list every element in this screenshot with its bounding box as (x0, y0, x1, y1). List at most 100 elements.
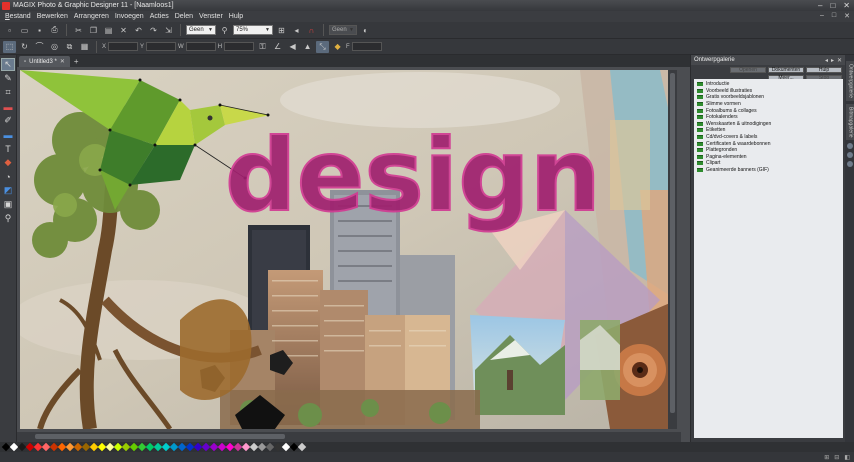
zoom-fit-icon[interactable]: ⊞ (275, 24, 288, 36)
contour-mode-icon[interactable]: ⌒ (33, 41, 46, 53)
list-item[interactable]: Geanimeerde banners (GIF) (694, 167, 843, 174)
redo-icon[interactable]: ↷ (147, 24, 160, 36)
list-item[interactable]: Slimme vormen (694, 101, 843, 108)
list-item[interactable]: Cd/dvd-covers & labels (694, 134, 843, 141)
flip-vertical-icon[interactable]: ▲ (301, 41, 314, 53)
menu-acties[interactable]: Acties (147, 13, 172, 20)
new-document-icon[interactable]: ▫ (3, 24, 16, 36)
menu-arrangeren[interactable]: Arrangeren (71, 13, 112, 20)
bevel-tool-icon[interactable]: ▣ (1, 198, 15, 211)
colors-icon[interactable] (846, 161, 853, 168)
tag-icon[interactable]: ◆ (331, 41, 344, 53)
status-icon[interactable]: ◧ (844, 454, 850, 461)
menu-bestand[interactable]: Bestand (2, 13, 34, 20)
flip-horizontal-icon[interactable]: ◀ (286, 41, 299, 53)
panel-pin-icon[interactable]: ▸ (831, 57, 834, 64)
feather-combo[interactable]: Geen ▼ (329, 25, 357, 35)
menu-delen[interactable]: Delen (172, 13, 196, 20)
list-item[interactable]: Pagina-elementen (694, 154, 843, 161)
status-icon[interactable]: ⊟ (834, 454, 839, 461)
import-icon[interactable]: ⇲ (162, 24, 175, 36)
menu-hulp[interactable]: Hulp (226, 13, 246, 20)
list-item[interactable]: Wenskaarten & uitnodigingen (694, 121, 843, 128)
new-tab-button[interactable]: + (74, 57, 79, 67)
quality-combo[interactable]: Geen ▼ (186, 25, 216, 35)
delete-icon[interactable]: ✕ (117, 24, 130, 36)
list-item[interactable]: Fotoalbums & collages (694, 107, 843, 114)
design-canvas[interactable]: design (20, 70, 677, 429)
list-item[interactable]: Etiketten (694, 127, 843, 134)
print-icon[interactable]: ⎙ (48, 24, 61, 36)
list-item[interactable]: Plattegronden (694, 147, 843, 154)
copy-icon[interactable]: ❐ (87, 24, 100, 36)
minimize-button[interactable]: – (818, 1, 822, 10)
panel-menu-icon[interactable]: ◂ (825, 57, 828, 64)
crop-tool-icon[interactable]: ⌗ (1, 86, 15, 99)
paste-icon[interactable]: ▤ (102, 24, 115, 36)
horizontal-scrollbar[interactable] (17, 432, 681, 442)
scale-lines-icon[interactable]: ⧉ (63, 41, 76, 53)
documents-button[interactable]: Dokumenten (768, 67, 804, 73)
eraser-tool-icon[interactable]: ▬ (1, 100, 15, 113)
help-button[interactable]: Hulp (806, 67, 842, 73)
status-icon[interactable]: ⊞ (824, 454, 829, 461)
feather-field[interactable] (351, 42, 382, 51)
transparency-icon[interactable]: ◐ (359, 24, 372, 36)
y-position-field[interactable] (146, 42, 177, 51)
zoom-combo[interactable]: 75% ▼ (233, 25, 273, 35)
color-swatch[interactable] (297, 442, 307, 452)
globe-icon[interactable] (846, 143, 853, 150)
skew-icon[interactable]: ⤡ (316, 40, 330, 53)
rectangle-tool-icon[interactable]: ▬ (1, 128, 15, 141)
tab-close-icon[interactable]: ✕ (60, 58, 65, 65)
list-item[interactable]: Fotokalenders (694, 114, 843, 121)
menu-bewerken[interactable]: Bewerken (34, 13, 71, 20)
lock-aspect-icon[interactable]: ⚿ (256, 41, 269, 53)
text-tool-icon[interactable]: T (1, 142, 15, 155)
horizontal-scroll-thumb[interactable] (35, 434, 285, 439)
doc-restore-button[interactable]: □ (832, 12, 836, 20)
list-item[interactable]: Gratis voorbeeldsjablonen (694, 94, 843, 101)
zoom-tool-icon[interactable]: ⚲ (1, 212, 15, 225)
tab-untitled3[interactable]: ▫ Untitled3 * ✕ (19, 56, 70, 67)
shadow-tool-icon[interactable]: ◩ (1, 184, 15, 197)
list-item[interactable]: Certificaten & waardebonnen (694, 140, 843, 147)
list-item[interactable]: Introductie (694, 81, 843, 88)
rotate-mode-icon[interactable]: ↻ (18, 41, 31, 53)
selector-mode-icon[interactable]: ⬚ (3, 40, 16, 53)
x-position-field[interactable] (108, 42, 139, 51)
open-folder-icon[interactable]: ▭ (18, 24, 31, 36)
doc-minimize-button[interactable]: – (820, 12, 824, 20)
vertical-scroll-thumb[interactable] (670, 73, 675, 413)
selector-tool-icon[interactable]: ↖ (1, 58, 15, 71)
close-button[interactable]: ✕ (843, 1, 850, 10)
width-field[interactable] (185, 42, 216, 51)
bounds-icon[interactable]: ◎ (48, 41, 61, 53)
save-icon[interactable]: ▪ (33, 24, 46, 36)
gallery-tree: Introductie Voorbeeld illustraties Grati… (694, 79, 843, 438)
transparency-tool-icon[interactable]: ◔ (1, 170, 15, 183)
rotate-angle-icon[interactable]: ∠ (271, 41, 284, 53)
previous-zoom-icon[interactable]: ◂ (290, 24, 303, 36)
undo-icon[interactable]: ↶ (132, 24, 145, 36)
list-item[interactable]: Voorbeeld illustraties (694, 88, 843, 95)
height-field[interactable] (224, 42, 255, 51)
layers-icon[interactable] (846, 152, 853, 159)
menu-venster[interactable]: Venster (196, 13, 226, 20)
vertical-scrollbar[interactable] (668, 70, 677, 429)
shape-editor-tool-icon[interactable]: ✎ (1, 72, 15, 85)
zoom-icon[interactable]: ⚲ (218, 24, 231, 36)
list-item[interactable]: Clipart (694, 160, 843, 167)
open-button[interactable]: Openen (730, 67, 766, 73)
fill-tool-icon[interactable]: ◆ (1, 156, 15, 169)
snap-magnet-icon[interactable]: ∩ (305, 24, 318, 36)
tab-bitmap-gallery[interactable]: Bitmapgalerie (845, 103, 854, 141)
menu-invoegen[interactable]: Invoegen (112, 13, 147, 20)
grid-icon[interactable]: ▦ (78, 41, 91, 53)
tab-design-gallery[interactable]: Ontwerpgalerie (845, 61, 854, 101)
panel-close-icon[interactable]: ✕ (837, 57, 842, 64)
cut-icon[interactable]: ✂ (72, 24, 85, 36)
maximize-button[interactable]: □ (830, 1, 835, 10)
brush-tool-icon[interactable]: ✐ (1, 114, 15, 127)
doc-close-button[interactable]: ✕ (844, 12, 850, 20)
